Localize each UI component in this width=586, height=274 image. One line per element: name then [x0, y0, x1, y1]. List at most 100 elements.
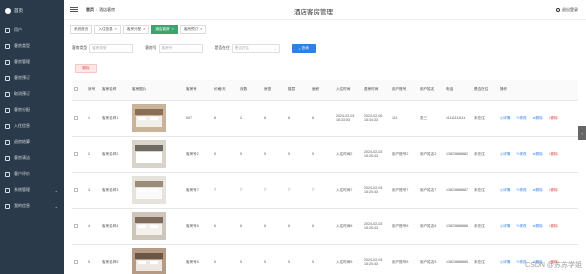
delete-label: 删除 — [550, 151, 559, 156]
cell-phone: 11111111111 — [444, 100, 472, 137]
close-icon[interactable]: × — [172, 27, 174, 31]
cell-checkin: 入住时间7 — [334, 172, 362, 209]
sidebar-item-assign[interactable]: 客房分配 — [0, 102, 64, 118]
close-icon[interactable]: × — [115, 27, 117, 31]
logout-button[interactable]: 退出登录 — [556, 7, 578, 13]
sidebar-item-label: 客房预订 — [14, 75, 30, 80]
delete-label: 删除 — [535, 115, 543, 120]
edit-button[interactable]: ✎ 修改 — [516, 188, 526, 193]
breadcrumb-current: 酒店客房 — [99, 6, 116, 12]
tab-assign[interactable]: 客房分配 × — [122, 24, 150, 34]
col-user: 用户姓名 — [418, 80, 444, 101]
bulk-delete-button[interactable]: 删除 — [75, 64, 97, 73]
sidebar-brand[interactable]: 首页 — [0, 0, 64, 22]
room-number-label: 客房号 — [145, 46, 157, 50]
cell-area: 7 — [310, 172, 334, 209]
room-photo — [132, 212, 166, 240]
tab-booking[interactable]: 客房预订 × — [179, 24, 207, 34]
sidebar-item-label: 客房类型 — [14, 43, 30, 48]
menu-toggle-icon[interactable] — [70, 6, 78, 13]
sidebar-item-checkin[interactable]: 入住信息 — [0, 118, 64, 134]
col-room: 客房号 — [184, 80, 212, 101]
cell-status: 未在住 — [472, 100, 498, 137]
row-checkbox[interactable] — [72, 100, 86, 137]
delete-button[interactable]: ⊘ 删除 — [533, 116, 543, 121]
cell-checkout: 2024-02-03 15:20:43 — [362, 208, 390, 245]
close-icon[interactable]: × — [200, 27, 202, 31]
row-checkbox[interactable] — [72, 208, 86, 245]
tab-label: 酒店客房 — [155, 26, 170, 31]
edit-button[interactable]: ✎ 修改 — [516, 224, 526, 229]
col-status: 是否在住 — [472, 80, 498, 101]
sidebar-item-profile[interactable]: 我的信息 ⌄ — [0, 198, 64, 214]
detail-button[interactable]: ◎ 详情 — [500, 188, 510, 193]
table-header-row: 序号 客房名称 客房图片 客房号 价格/天 床数 房型 楼层 面积 入住时间 退… — [72, 80, 578, 101]
sidebar-item-label: 客房分配 — [14, 107, 30, 112]
sidebar-brand-label: 首页 — [14, 8, 23, 13]
cell-status: 未在住 — [472, 136, 498, 173]
row-checkbox[interactable] — [72, 244, 86, 274]
delete-button-secondary[interactable]: × 删除 — [549, 188, 558, 193]
col-beds: 床数 — [238, 80, 262, 101]
room-type-input[interactable]: 客房类型 — [89, 44, 134, 53]
detail-button[interactable]: ◎ 详情 — [500, 224, 510, 229]
cell-phone: 13823888882 — [444, 136, 472, 173]
topbar: 首页 / 酒店客房 酒店客房管理 退出登录 — [64, 0, 586, 20]
cell-area: 8 — [310, 100, 334, 137]
col-index: 序号 — [86, 80, 100, 101]
delete-button[interactable]: ⊘ 删除 — [533, 152, 543, 157]
sidebar-item-room-manage[interactable]: 客房管理 — [0, 54, 64, 70]
chevron-left-icon: ‹ — [581, 130, 583, 136]
chevron-down-icon: ⌄ — [54, 203, 58, 209]
tab-rooms[interactable]: 酒店客房 × — [151, 24, 178, 34]
occupied-select[interactable]: 是否在住 ⌄ — [231, 44, 280, 53]
row-checkbox[interactable] — [72, 172, 86, 209]
collapse-panel-button[interactable]: ‹ — [578, 126, 586, 140]
sidebar-item-cleaning[interactable]: 客房清洁 — [0, 150, 64, 166]
sidebar-item-cancel[interactable]: 取消预订 — [0, 86, 64, 102]
filter-bar: 客房类型 客房类型 客房号 客房号 是否在住 是否在住 ⌄ ⌕ 查询 — [72, 44, 316, 53]
detail-button[interactable]: ◎ 详情 — [500, 116, 510, 121]
delete-button[interactable]: ⊘ 删除 — [533, 224, 543, 229]
select-all-checkbox[interactable] — [72, 80, 86, 101]
delete-button[interactable]: ⊘ 删除 — [533, 188, 543, 193]
cell-beds: 7 — [238, 172, 262, 209]
col-checkin: 入住时间 — [334, 80, 362, 101]
calendar-icon — [5, 75, 10, 81]
cell-type: 7 — [262, 172, 286, 209]
tab-home[interactable]: 系统首页 — [70, 24, 93, 34]
cell-price: 5 — [212, 244, 238, 274]
detail-label: 详情 — [503, 259, 511, 264]
cell-floor: 6 — [286, 208, 310, 245]
sidebar-item-system[interactable]: 系统管理 ⌄ — [0, 182, 64, 198]
cell-index: 1 — [86, 100, 100, 137]
edit-button[interactable]: ✎ 修改 — [516, 116, 526, 121]
table-row: 2 客房名称2 客房号2 5 5 5 5 5 入住时间2 2024-02-03 15:20:43 用… — [72, 136, 578, 173]
search-button[interactable]: ⌕ 查询 — [291, 44, 316, 53]
cell-type: 5 — [262, 136, 286, 173]
sidebar-item-users[interactable]: 用户 — [0, 22, 64, 38]
cell-phone: 13823888887 — [444, 172, 472, 209]
sidebar-item-booking[interactable]: 客房预订 — [0, 70, 64, 86]
breadcrumb-home[interactable]: 首页 — [86, 7, 94, 12]
cell-index: 5 — [86, 244, 100, 274]
home-icon — [5, 8, 11, 14]
delete-button-secondary[interactable]: × 删除 — [549, 224, 558, 229]
row-checkbox[interactable] — [72, 136, 86, 173]
delete-button-secondary[interactable]: × 删除 — [549, 116, 558, 121]
detail-button[interactable]: ◎ 详情 — [500, 260, 510, 265]
sidebar-item-review[interactable]: 客户评价 — [0, 166, 64, 182]
sidebar-item-room-type[interactable]: 客房类型 — [0, 38, 64, 54]
detail-button[interactable]: ◎ 详情 — [500, 152, 510, 157]
sidebar-item-checkout[interactable]: 退房结算 — [0, 134, 64, 150]
close-icon[interactable]: × — [143, 27, 145, 31]
cell-index: 4 — [86, 208, 100, 245]
detail-label: 详情 — [503, 151, 511, 156]
tab-checkin[interactable]: 入住信息 × — [94, 24, 121, 34]
delete-label: 删除 — [535, 151, 543, 156]
delete-label: 删除 — [535, 187, 543, 192]
room-number-input[interactable]: 客房号 — [158, 44, 203, 53]
edit-button[interactable]: ✎ 修改 — [516, 152, 526, 157]
delete-button-secondary[interactable]: × 删除 — [549, 152, 558, 157]
cell-room: 客房号7 — [184, 172, 212, 209]
